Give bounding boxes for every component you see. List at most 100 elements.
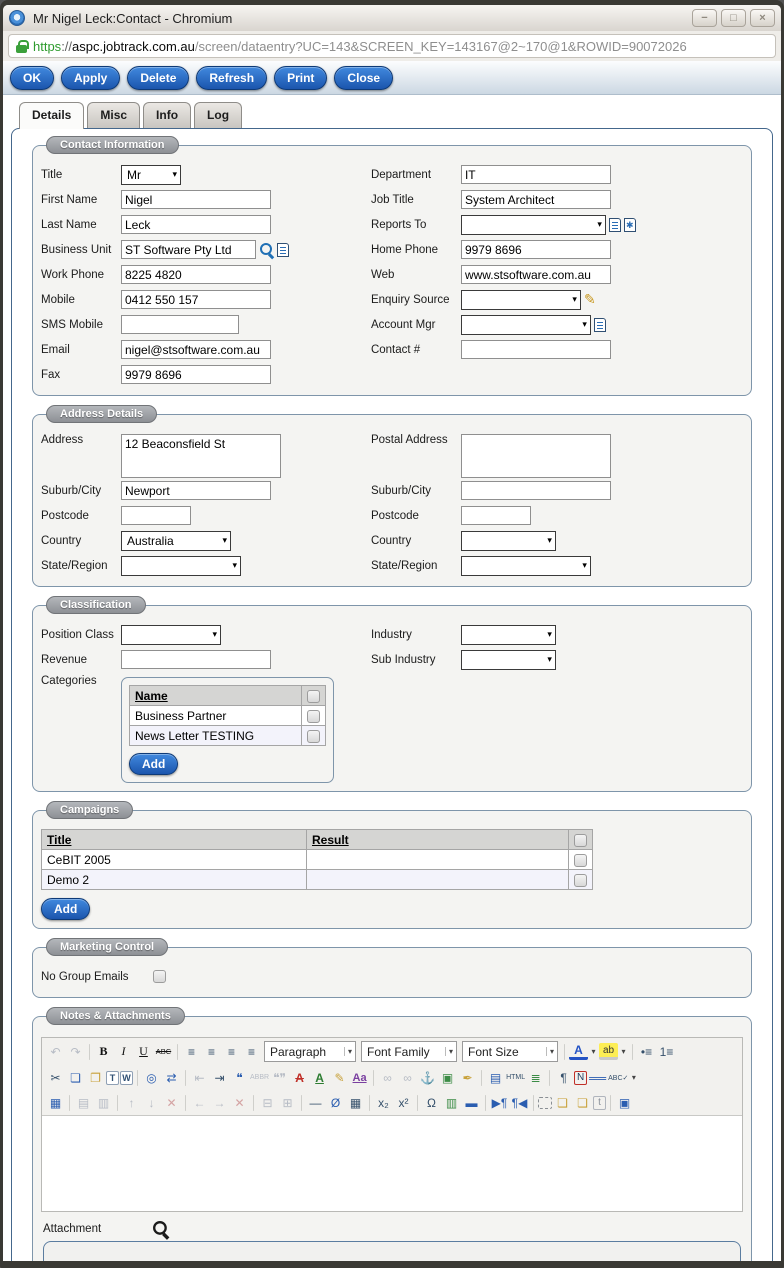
- reports-to-select[interactable]: ▾: [460, 214, 606, 235]
- add-campaign-button[interactable]: Add: [41, 898, 91, 920]
- preview-icon[interactable]: ▤: [486, 1068, 505, 1087]
- subscript-icon[interactable]: x₂: [374, 1093, 393, 1112]
- postal-address-textarea[interactable]: [460, 434, 611, 478]
- address-textarea[interactable]: 12 Beaconsfield St: [121, 434, 281, 478]
- find-replace-icon[interactable]: ⇄: [162, 1068, 181, 1087]
- numbered-list-icon[interactable]: 1≡: [657, 1042, 676, 1061]
- underline-icon[interactable]: U: [134, 1042, 153, 1061]
- insert-row-before-icon[interactable]: ↑: [122, 1093, 141, 1112]
- html-source-icon[interactable]: HTML: [506, 1068, 525, 1087]
- align-center-icon[interactable]: ≡: [202, 1042, 221, 1061]
- paste-icon[interactable]: ❐: [86, 1068, 105, 1087]
- last-name-input[interactable]: [121, 215, 271, 234]
- remove-format-icon[interactable]: Ø: [326, 1093, 345, 1112]
- attachment-search-icon[interactable]: [152, 1220, 169, 1237]
- insert-col-before-icon[interactable]: ←: [190, 1093, 209, 1112]
- style-props-icon[interactable]: Aa: [350, 1068, 369, 1087]
- font-size-select[interactable]: Font Size ▾: [462, 1041, 558, 1062]
- campaign-row-checkbox[interactable]: [574, 873, 587, 887]
- nonbreaking-icon[interactable]: N: [574, 1070, 588, 1085]
- close-button[interactable]: Close: [334, 65, 394, 90]
- cut-icon[interactable]: ✂: [46, 1068, 65, 1087]
- highlight-color-caret-icon[interactable]: ▾: [619, 1042, 628, 1061]
- blockquote-icon[interactable]: ❝: [230, 1068, 249, 1087]
- business-unit-input[interactable]: [121, 240, 256, 259]
- insert-table-icon[interactable]: ▦: [46, 1093, 65, 1112]
- no-group-emails-checkbox[interactable]: [152, 970, 166, 983]
- spellcheck-caret-icon[interactable]: ▾: [629, 1068, 638, 1087]
- industry-select[interactable]: ▾: [460, 624, 556, 645]
- visual-chars-icon[interactable]: ¶: [554, 1068, 573, 1087]
- highlight-color-icon[interactable]: ab: [599, 1043, 618, 1060]
- bullet-list-icon[interactable]: •≡: [637, 1042, 656, 1061]
- absolute-position-icon[interactable]: [538, 1096, 552, 1109]
- attributes-icon[interactable]: ✎: [330, 1068, 349, 1087]
- image-icon[interactable]: ▣: [438, 1068, 457, 1087]
- delete-row-icon[interactable]: ✕: [162, 1093, 181, 1112]
- table-row-props-icon[interactable]: ▤: [74, 1093, 93, 1112]
- contact-number-input[interactable]: [460, 340, 611, 359]
- visual-aid-icon[interactable]: ▦: [346, 1093, 365, 1112]
- anchor-icon[interactable]: ⚓: [418, 1068, 437, 1087]
- rtl-icon[interactable]: ¶◀: [510, 1093, 529, 1112]
- web-input[interactable]: [460, 265, 611, 284]
- paragraph-format-select[interactable]: Paragraph ▾: [264, 1041, 356, 1062]
- link-icon[interactable]: ∞: [378, 1068, 397, 1087]
- sub-industry-select[interactable]: ▾: [460, 649, 556, 670]
- maximize-button[interactable]: □: [721, 9, 746, 27]
- split-cells-icon[interactable]: ⊟: [258, 1093, 277, 1112]
- attachment-dropzone[interactable]: [43, 1241, 741, 1261]
- postal-country-select[interactable]: ▾: [460, 530, 556, 551]
- ltr-icon[interactable]: ▶¶: [490, 1093, 509, 1112]
- tab-info[interactable]: Info: [143, 102, 192, 128]
- minimize-button[interactable]: −: [692, 9, 717, 27]
- tab-log[interactable]: Log: [194, 102, 243, 128]
- position-class-select[interactable]: ▾: [121, 624, 221, 645]
- mobile-input[interactable]: [121, 290, 271, 309]
- delete-col-icon[interactable]: ✕: [230, 1093, 249, 1112]
- postal-state-select[interactable]: ▾: [460, 555, 591, 576]
- delete-button[interactable]: Delete: [127, 65, 190, 90]
- bold-icon[interactable]: B: [94, 1042, 113, 1061]
- account-mgr-select[interactable]: ▾: [460, 314, 591, 335]
- advanced-hr-icon[interactable]: ▬: [462, 1093, 481, 1112]
- campaign-row-checkbox[interactable]: [574, 853, 587, 867]
- page-break-icon[interactable]: ══: [588, 1068, 607, 1087]
- insert-layer-icon[interactable]: t: [593, 1095, 606, 1110]
- quotes-icon[interactable]: ❝❞: [270, 1068, 289, 1087]
- align-left-icon[interactable]: ≡: [182, 1042, 201, 1061]
- category-row-checkbox[interactable]: [307, 729, 320, 743]
- indent-icon[interactable]: ⇥: [210, 1068, 229, 1087]
- cleanup-icon[interactable]: ✒: [458, 1068, 477, 1087]
- fax-input[interactable]: [121, 365, 271, 384]
- layer-forward-icon[interactable]: ❏: [553, 1093, 572, 1112]
- home-phone-input[interactable]: [460, 240, 611, 259]
- insert-col-after-icon[interactable]: →: [210, 1093, 229, 1112]
- document-icon[interactable]: [608, 217, 621, 232]
- apply-button[interactable]: Apply: [61, 65, 121, 90]
- new-document-icon[interactable]: [623, 217, 636, 232]
- refresh-button[interactable]: Refresh: [196, 65, 268, 90]
- select-all-checkbox[interactable]: [574, 833, 587, 847]
- department-input[interactable]: [460, 165, 611, 184]
- ok-button[interactable]: OK: [10, 65, 54, 90]
- media-icon[interactable]: ▥: [442, 1093, 461, 1112]
- redo-icon[interactable]: ↷: [66, 1042, 85, 1061]
- tab-misc[interactable]: Misc: [87, 102, 141, 128]
- document-icon[interactable]: [277, 242, 289, 257]
- text-color-caret-icon[interactable]: ▾: [589, 1042, 598, 1061]
- title-select[interactable]: Mr ▾: [121, 164, 181, 185]
- superscript-icon[interactable]: x²: [394, 1093, 413, 1112]
- print-button[interactable]: Print: [274, 65, 328, 90]
- postcode-input[interactable]: [121, 506, 191, 525]
- postal-postcode-input[interactable]: [460, 506, 531, 525]
- italic-icon[interactable]: I: [114, 1042, 133, 1061]
- align-justify-icon[interactable]: ≡: [242, 1042, 261, 1061]
- find-icon[interactable]: ◎: [142, 1068, 161, 1087]
- outdent-icon[interactable]: ⇤: [190, 1068, 209, 1087]
- copy-icon[interactable]: ❏: [66, 1068, 85, 1087]
- abbreviation-icon[interactable]: ABBR: [250, 1068, 269, 1087]
- country-select[interactable]: Australia ▾: [121, 530, 231, 551]
- lookup-icon[interactable]: [259, 242, 274, 257]
- inserted-text-icon[interactable]: A: [310, 1068, 329, 1087]
